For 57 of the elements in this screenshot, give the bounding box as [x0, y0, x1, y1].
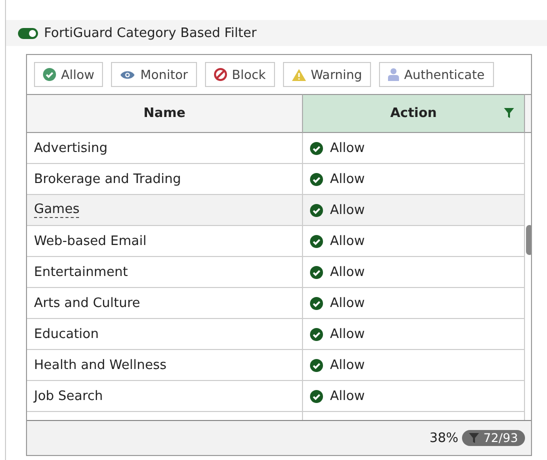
action-value: Allow: [330, 296, 365, 310]
action-value: Allow: [330, 202, 365, 218]
action-value: Allow: [330, 358, 365, 372]
table-row[interactable]: Web-based Email Allow: [27, 226, 525, 257]
table-row[interactable]: Arts and Culture Allow: [27, 288, 525, 319]
check-circle-icon: [310, 358, 323, 372]
action-button[interactable]: Block: [204, 62, 275, 87]
eye-icon: [120, 70, 136, 80]
category-name: Education: [34, 326, 99, 342]
action-value: Allow: [330, 234, 365, 248]
scrollbar-thumb[interactable]: [526, 225, 531, 255]
check-circle-icon: [43, 68, 56, 81]
category-name: Entertainment: [34, 264, 128, 280]
column-header[interactable]: Action: [303, 94, 525, 133]
table-row[interactable]: Entertainment Allow: [27, 257, 525, 288]
filter-icon: [504, 108, 514, 118]
action-value: Allow: [330, 140, 365, 156]
action-button[interactable]: Authenticate: [379, 62, 494, 87]
action-value: Allow: [330, 172, 365, 186]
table-row[interactable]: Games Allow: [27, 195, 525, 226]
table-row[interactable]: Job Search Allow: [27, 381, 525, 412]
table-row[interactable]: Education Allow: [27, 319, 525, 350]
check-circle-icon: [310, 328, 323, 340]
table-row[interactable]: Brokerage and Trading Allow: [27, 164, 525, 195]
category-name: Arts and Culture: [34, 296, 140, 310]
section-title: FortiGuard Category Based Filter: [44, 26, 257, 40]
column-header-label: Action: [390, 106, 437, 121]
check-circle-icon: [310, 266, 323, 278]
check-circle-icon: [310, 142, 323, 154]
category-name: Brokerage and Trading: [34, 172, 181, 186]
action-value: Allow: [330, 388, 365, 404]
action-value: Allow: [330, 326, 365, 342]
check-circle-icon: [310, 234, 323, 248]
action-value: Allow: [330, 264, 365, 280]
prohibited-icon: [214, 68, 227, 81]
category-name: Web-based Email: [34, 234, 146, 248]
column-header-label: Name: [143, 106, 186, 121]
warning-icon: [292, 68, 306, 80]
check-circle-icon: [310, 296, 323, 310]
column-header[interactable]: Name: [27, 94, 303, 133]
action-button[interactable]: Allow: [34, 62, 104, 87]
category-name: Advertising: [34, 140, 108, 156]
user-icon: [388, 68, 400, 81]
action-button[interactable]: Monitor: [111, 62, 197, 87]
category-name: Games: [34, 202, 80, 218]
filter-count-badge: 72/93: [462, 430, 525, 446]
category-name: Health and Wellness: [34, 358, 167, 372]
filter-icon: [469, 433, 480, 443]
percent-label: 38%: [430, 430, 458, 446]
check-circle-icon: [310, 172, 323, 186]
check-circle-icon: [310, 390, 323, 402]
table-row[interactable]: Health and Wellness Allow: [27, 350, 525, 381]
check-circle-icon: [310, 204, 323, 216]
table-row[interactable]: Advertising Allow: [27, 133, 525, 164]
category-name: Job Search: [34, 388, 103, 404]
toggle-switch[interactable]: [18, 28, 38, 38]
action-button[interactable]: Warning: [282, 62, 372, 87]
